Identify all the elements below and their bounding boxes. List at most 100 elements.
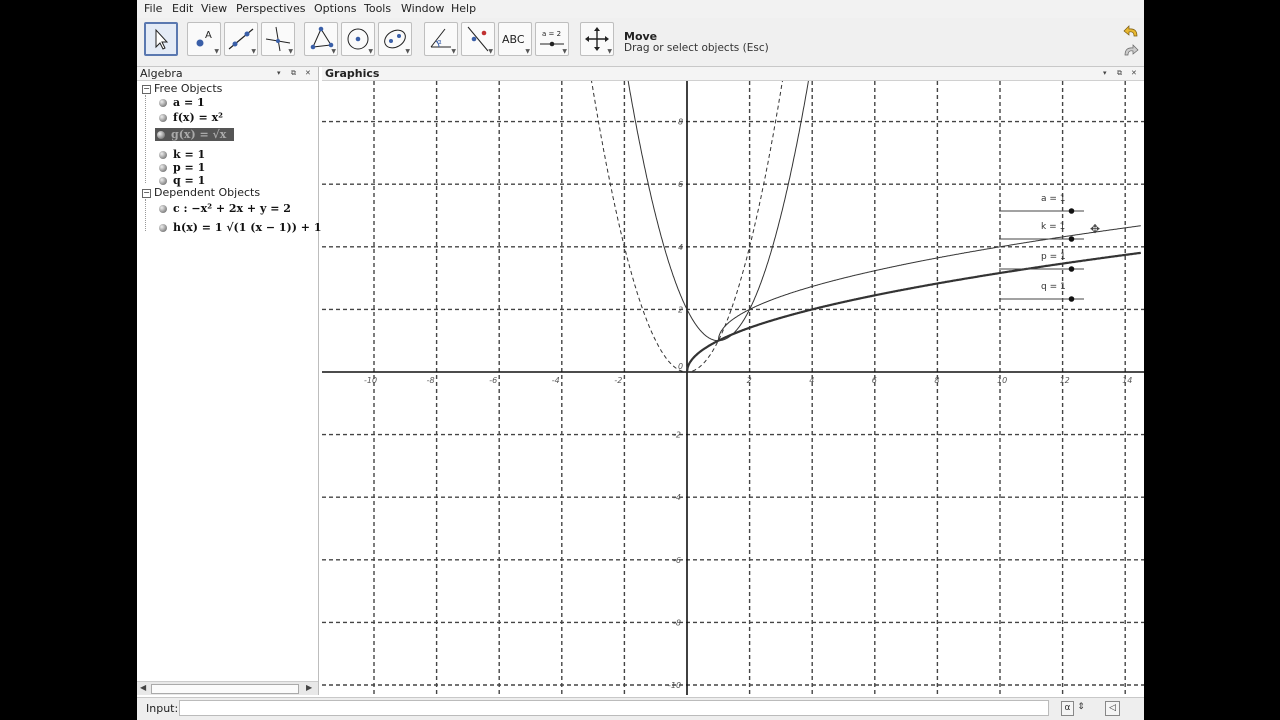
conic-tool-button[interactable]: ▼: [378, 22, 412, 56]
y-tick-label: 2: [678, 305, 683, 314]
slider-handle: [1068, 296, 1075, 302]
y-tick-label: -10: [668, 681, 681, 690]
perpendicular-tool-button[interactable]: ▼: [261, 22, 295, 56]
slider-label: p = 1: [1041, 252, 1066, 262]
menu-tools[interactable]: Tools: [364, 2, 391, 15]
x-tick-label: 2: [747, 376, 752, 385]
graph-h-sqrt: [717, 225, 1141, 341]
visibility-toggle-icon[interactable]: [159, 99, 167, 107]
algebra-item-k[interactable]: k = 1: [159, 148, 205, 161]
view-menu-icon[interactable]: ▾: [1103, 69, 1109, 77]
move-graphics-tool-button[interactable]: ▼: [580, 22, 614, 56]
text-tool-button[interactable]: ABC ▼: [498, 22, 532, 56]
line-tool-button[interactable]: ▼: [224, 22, 258, 56]
svg-text:A: A: [205, 30, 212, 41]
input-bar: Input: α ⇕ ◁: [137, 697, 1144, 720]
graphics-canvas[interactable]: -10 -8 -6 -4 -2 0 2 4 6 8 10 12 14 8 6 4 2 -2 -4 -6 -8 -10 a …: [322, 81, 1144, 695]
algebra-item-a[interactable]: a = 1: [159, 96, 205, 109]
toolbar: A ▼ ▼ ▼ ▼ ▼ ▼ α ▼ ▼ ABC ▼ a = 2 ▼ ▼ Move…: [137, 18, 1144, 67]
menu-view[interactable]: View: [201, 2, 227, 15]
tree-dependent-objects[interactable]: − Dependent Objects: [142, 186, 260, 199]
y-tick-label: -6: [673, 556, 681, 565]
graphics-view-header: Graphics ▾ ⧉ ✕: [322, 67, 1144, 81]
slider-a[interactable]: a = 1: [999, 194, 1084, 214]
view-menu-icon[interactable]: ▾: [277, 69, 283, 77]
reflect-tool-button[interactable]: ▼: [461, 22, 495, 56]
y-tick-label: -8: [673, 618, 681, 627]
scroll-thumb[interactable]: [151, 684, 299, 694]
algebra-item-p[interactable]: p = 1: [159, 161, 205, 174]
y-tick-label: 4: [678, 243, 683, 252]
menu-help[interactable]: Help: [451, 2, 476, 15]
graph-c-parabola: [627, 81, 809, 342]
close-view-icon[interactable]: ✕: [305, 69, 313, 77]
visibility-toggle-icon[interactable]: [159, 151, 167, 159]
input-history-button[interactable]: ◁: [1105, 701, 1120, 716]
x-tick-label: 10: [997, 376, 1007, 385]
active-tool-help: Drag or select objects (Esc): [624, 42, 769, 54]
visibility-toggle-icon[interactable]: [159, 177, 167, 185]
input-field[interactable]: [179, 700, 1049, 716]
scroll-left-icon[interactable]: ◀: [140, 683, 146, 692]
x-tick-label: -4: [552, 376, 560, 385]
redo-button[interactable]: [1122, 43, 1140, 59]
point-tool-button[interactable]: A ▼: [187, 22, 221, 56]
slider-k[interactable]: k = 1: [999, 222, 1084, 242]
algebra-item-c[interactable]: c : −x² + 2x + y = 2: [159, 202, 291, 215]
scroll-right-icon[interactable]: ▶: [306, 683, 312, 692]
y-tick-label: -2: [673, 431, 681, 440]
menu-edit[interactable]: Edit: [172, 2, 193, 15]
slider-label: q = 1: [1041, 282, 1066, 292]
x-tick-label: -2: [614, 376, 622, 385]
close-view-icon[interactable]: ✕: [1131, 69, 1139, 77]
undock-icon[interactable]: ⧉: [291, 69, 298, 78]
algebra-item-h[interactable]: h(x) = 1 √(1 (x − 1)) + 1: [159, 221, 321, 234]
symbol-table-button[interactable]: α: [1061, 701, 1074, 716]
visibility-toggle-icon[interactable]: [159, 224, 167, 232]
tree-free-objects[interactable]: − Free Objects: [142, 82, 222, 95]
tree-branch-line: [145, 95, 146, 183]
input-label: Input:: [146, 702, 179, 715]
origin-label: 0: [678, 362, 683, 371]
algebra-item-f[interactable]: f(x) = x²: [159, 111, 223, 124]
x-tick-label: -8: [427, 376, 435, 385]
visibility-toggle-icon[interactable]: [159, 164, 167, 172]
free-objects-header: Free Objects: [154, 82, 223, 95]
menu-file[interactable]: File: [144, 2, 162, 15]
slider-handle: [1068, 208, 1075, 214]
slider-q[interactable]: q = 1: [999, 282, 1084, 302]
undo-button[interactable]: [1122, 24, 1140, 40]
slider-label: k = 1: [1041, 222, 1065, 232]
tree-branch-line: [145, 199, 146, 231]
slider-label: a = 1: [1041, 194, 1066, 204]
collapse-icon[interactable]: −: [142, 188, 151, 198]
x-tick-label: 6: [872, 376, 877, 385]
x-tick-label: 8: [934, 376, 939, 385]
move-tool-button[interactable]: [144, 22, 178, 56]
algebra-item-g-selected[interactable]: g(x) = √x: [155, 128, 235, 141]
svg-text:a = 2: a = 2: [542, 30, 561, 38]
redo-icon: [1124, 44, 1139, 56]
x-tick-label: 4: [809, 376, 814, 385]
menu-perspectives[interactable]: Perspectives: [236, 2, 305, 15]
visibility-toggle-icon[interactable]: [157, 131, 165, 139]
menu-window[interactable]: Window: [401, 2, 444, 15]
collapse-icon[interactable]: −: [142, 84, 151, 94]
graphics-view: Graphics ▾ ⧉ ✕ -10 -8 -6 -4 -2 0 2 4 6 8 10 12 14 8 6 4…: [322, 67, 1144, 695]
menu-options[interactable]: Options: [314, 2, 356, 15]
svg-text:ABC: ABC: [502, 33, 525, 46]
slider-tool-button[interactable]: a = 2 ▼: [535, 22, 569, 56]
cursor-arrow-icon: [155, 28, 169, 50]
circle-tool-button[interactable]: ▼: [341, 22, 375, 56]
coordinate-grid: [322, 81, 1144, 695]
command-list-icon[interactable]: ⇕: [1076, 701, 1086, 714]
visibility-toggle-icon[interactable]: [159, 205, 167, 213]
angle-tool-button[interactable]: α ▼: [424, 22, 458, 56]
undock-icon[interactable]: ⧉: [1117, 69, 1124, 78]
y-tick-label: 6: [678, 180, 683, 189]
polygon-tool-button[interactable]: ▼: [304, 22, 338, 56]
sliders[interactable]: a = 1 k = 1 p = 1 q = 1 ✥: [999, 194, 1100, 302]
algebra-horizontal-scrollbar[interactable]: ◀ ▶: [137, 681, 318, 695]
visibility-toggle-icon[interactable]: [159, 114, 167, 122]
x-tick-label: 12: [1060, 376, 1070, 385]
